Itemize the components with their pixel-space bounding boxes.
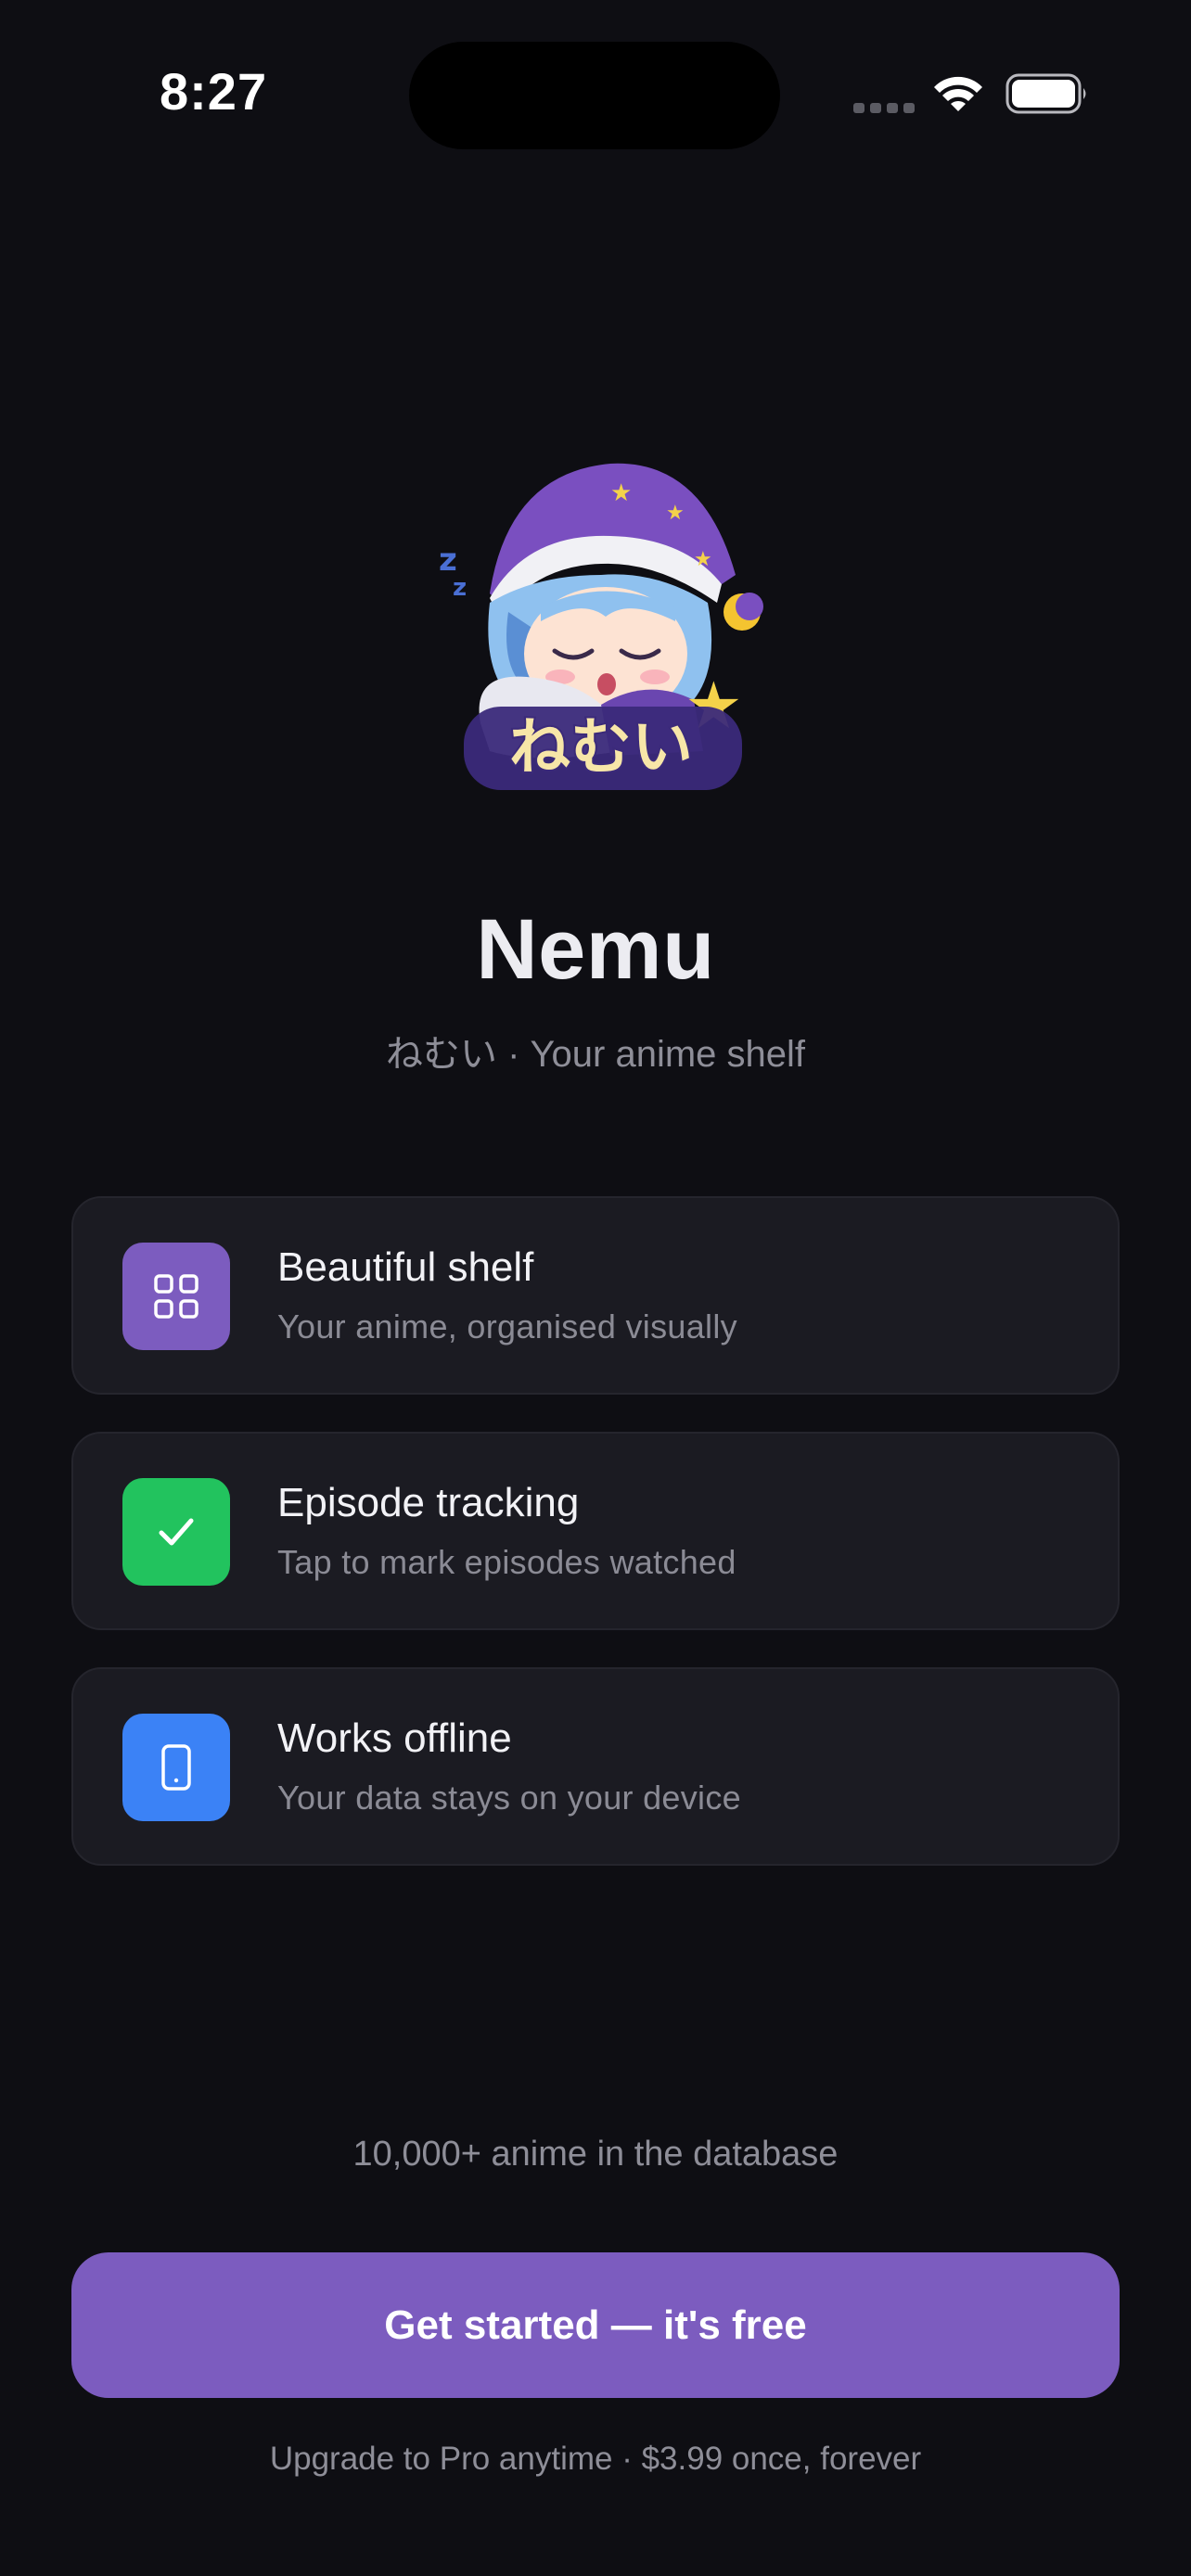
- svg-text:z: z: [453, 574, 467, 602]
- onboarding-screen: 8:27 ★ ★ ★ z z ★ ねむい Nemu ねむい · Your ani…: [0, 0, 1191, 2576]
- feature-card-offline: Works offline Your data stays on your de…: [71, 1667, 1120, 1866]
- dynamic-island: [409, 42, 780, 149]
- app-title: Nemu: [476, 902, 715, 997]
- database-count-text: 10,000+ anime in the database: [352, 2135, 839, 2174]
- checkmark-icon: [122, 1478, 230, 1586]
- feature-title: Episode tracking: [277, 1480, 580, 1525]
- feature-description: Tap to mark episodes watched: [277, 1543, 736, 1581]
- feature-card-episodes: Episode tracking Tap to mark episodes wa…: [71, 1432, 1120, 1630]
- svg-text:★: ★: [694, 548, 712, 571]
- svg-text:★: ★: [666, 502, 685, 525]
- mascot-logo-text: ねむい: [509, 711, 693, 783]
- battery-icon: [1005, 73, 1086, 114]
- get-started-button[interactable]: Get started — it's free: [71, 2252, 1120, 2398]
- feature-title: Works offline: [277, 1715, 512, 1761]
- cellular-signal-icon: [853, 103, 915, 113]
- feature-description: Your anime, organised visually: [277, 1307, 737, 1345]
- app-subtitle: ねむい · Your anime shelf: [385, 1034, 806, 1075]
- feature-card-shelf: Beautiful shelf Your anime, organised vi…: [71, 1196, 1120, 1395]
- pro-upgrade-note: Upgrade to Pro anytime · $3.99 once, for…: [269, 2441, 922, 2477]
- feature-description: Your data stays on your device: [277, 1779, 741, 1817]
- phone-icon: [122, 1714, 230, 1821]
- feature-title: Beautiful shelf: [277, 1244, 534, 1290]
- status-time: 8:27: [160, 62, 268, 121]
- wifi-icon: [934, 76, 982, 111]
- grid-icon: [122, 1243, 230, 1350]
- sleepy-mascot-logo: ★ ★ ★ z z ★ ねむい: [439, 463, 763, 790]
- svg-text:★: ★: [610, 479, 632, 507]
- svg-text:z: z: [439, 542, 457, 579]
